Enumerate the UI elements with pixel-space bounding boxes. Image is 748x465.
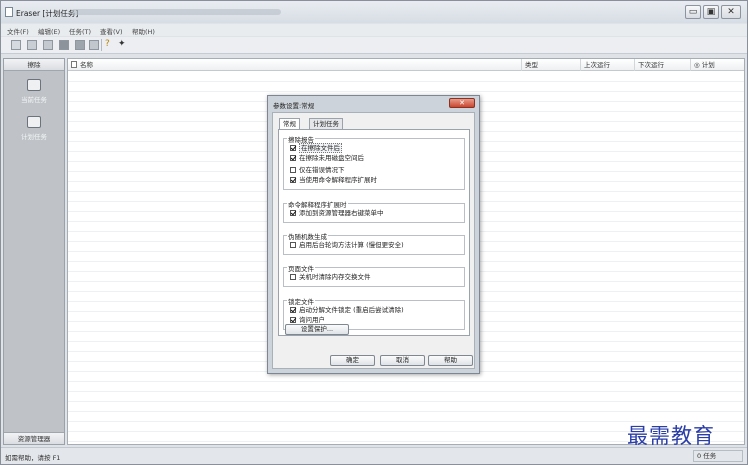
help-button[interactable]: 帮助 (428, 355, 473, 366)
eraser-window: Eraser [计划任务] ▭ ▣ ✕ 文件(F) 编辑(E) 任务(T) 查看… (0, 0, 748, 465)
checkbox[interactable] (290, 317, 296, 323)
save-icon[interactable] (75, 40, 85, 50)
column-name[interactable]: 名称 (68, 59, 521, 71)
sidebar-item-scheduled-tasks[interactable]: 计划任务 (4, 116, 64, 141)
dialog-body: 常规 计划任务 擦除报告 在擦除文件后 在擦除未用磁盘空间后 仅在错误情况下 当… (272, 112, 475, 369)
minimize-button[interactable]: ▭ (685, 5, 701, 19)
maximize-button[interactable]: ▣ (703, 5, 719, 19)
column-schedule[interactable]: ◎ 计划 (690, 59, 744, 71)
sidebar-item-current-tasks[interactable]: 当前任务 (4, 79, 64, 104)
sidebar: 擦除 当前任务 计划任务 资源管理器 (3, 58, 65, 445)
checkbox[interactable] (290, 242, 296, 248)
group-title: 页面文件 (287, 263, 315, 273)
menu-help[interactable]: 帮助(H) (132, 26, 155, 36)
stop-icon[interactable] (59, 40, 69, 50)
menu-bar: 文件(F) 编辑(E) 任务(T) 查看(V) 帮助(H) (1, 24, 747, 36)
checkbox-resolve-locks[interactable]: 启动分解文件锁定 (重启后尝试清除) (290, 306, 404, 314)
cancel-button[interactable]: 取消 (380, 355, 425, 366)
group-page-file: 页面文件 关机时清除内存交换文件 (283, 263, 465, 287)
group-prng: 伪随机数生成 启用后台轮询方法计算 (慢但更安全) (283, 231, 465, 255)
group-title: 锁定文件 (287, 296, 315, 306)
schedule-icon: ◎ (694, 61, 702, 69)
column-type[interactable]: 类型 (521, 59, 580, 71)
document-icon (71, 61, 77, 68)
general-tab-panel: 擦除报告 在擦除文件后 在擦除未用磁盘空间后 仅在错误情况下 当使用命令解释程序… (278, 129, 470, 336)
menu-task[interactable]: 任务(T) (69, 26, 91, 36)
column-last-run[interactable]: 上次运行 (580, 59, 634, 71)
group-erase-report: 擦除报告 在擦除文件后 在擦除未用磁盘空间后 仅在错误情况下 当使用命令解释程序… (283, 134, 465, 190)
group-title: 命令解释程序扩展时 (287, 199, 348, 209)
toolbar: ? ✦ (1, 37, 747, 54)
sidebar-item-label: 当前任务 (21, 96, 47, 104)
checkbox[interactable] (290, 307, 296, 313)
checkbox[interactable] (290, 177, 296, 183)
set-protection-button[interactable]: 设置保护... (285, 324, 349, 335)
tab-schedule[interactable]: 计划任务 (309, 118, 343, 129)
checkbox-shell-extension[interactable]: 当使用命令解释程序扩展时 (290, 176, 377, 184)
app-icon (5, 7, 13, 17)
checkbox-ask-user[interactable]: 询问用户 (290, 316, 325, 324)
delete-icon[interactable] (89, 40, 99, 50)
task-list-header: 名称 类型 上次运行 下次运行 ◎ 计划 (68, 59, 744, 71)
checkbox[interactable] (290, 167, 296, 173)
new-task-icon[interactable] (11, 40, 21, 50)
column-next-run[interactable]: 下次运行 (634, 59, 690, 71)
title-bar: Eraser [计划任务] ▭ ▣ ✕ (1, 1, 747, 23)
checkbox[interactable] (290, 274, 296, 280)
checkbox-add-to-explorer-menu[interactable]: 添加到资源管理器右键菜单中 (290, 209, 384, 217)
menu-view[interactable]: 查看(V) (100, 26, 123, 36)
checkbox-after-erase-files[interactable]: 在擦除文件后 (290, 143, 342, 153)
checkbox-background-polling[interactable]: 启用后台轮询方法计算 (慢但更安全) (290, 241, 404, 249)
status-help-text: 如需帮助，请按 F1 (5, 454, 61, 462)
sidebar-item-label: 计划任务 (21, 133, 47, 141)
current-task-icon (27, 79, 41, 91)
checkbox[interactable] (290, 145, 296, 151)
sidebar-footer-explorer[interactable]: 资源管理器 (4, 432, 64, 444)
group-shell-extension: 命令解释程序扩展时 添加到资源管理器右键菜单中 (283, 199, 465, 223)
blurred-title-detail (71, 9, 281, 15)
about-icon[interactable]: ✦ (118, 39, 126, 50)
group-title: 伪随机数生成 (287, 231, 328, 241)
close-button[interactable]: ✕ (721, 5, 741, 19)
checkbox-clear-pagefile[interactable]: 关机时清除内存交换文件 (290, 273, 371, 281)
toolbar-separator (101, 39, 102, 51)
window-title: Eraser [计划任务] (16, 9, 79, 18)
checkbox-errors-only[interactable]: 仅在错误情况下 (290, 166, 345, 174)
status-task-count: 0 任务 (693, 450, 743, 462)
list-icon[interactable] (43, 40, 53, 50)
checkbox[interactable] (290, 155, 296, 161)
dialog-title: 参数设置:常规 (273, 102, 315, 110)
menu-edit[interactable]: 编辑(E) (38, 26, 60, 36)
preferences-dialog: 参数设置:常规 ✕ 常规 计划任务 擦除报告 在擦除文件后 在擦除未用磁盘空间后… (267, 95, 480, 374)
sidebar-header[interactable]: 擦除 (4, 59, 64, 71)
checkbox[interactable] (290, 210, 296, 216)
help-icon[interactable]: ? (105, 39, 110, 50)
checkbox-after-erase-free-space[interactable]: 在擦除未用磁盘空间后 (290, 154, 364, 162)
scheduled-task-icon (27, 116, 41, 128)
menu-file[interactable]: 文件(F) (7, 26, 29, 36)
view-icon[interactable] (27, 40, 37, 50)
ok-button[interactable]: 确定 (330, 355, 375, 366)
watermark: 最需教育 (627, 424, 715, 448)
dialog-close-button[interactable]: ✕ (449, 98, 475, 108)
